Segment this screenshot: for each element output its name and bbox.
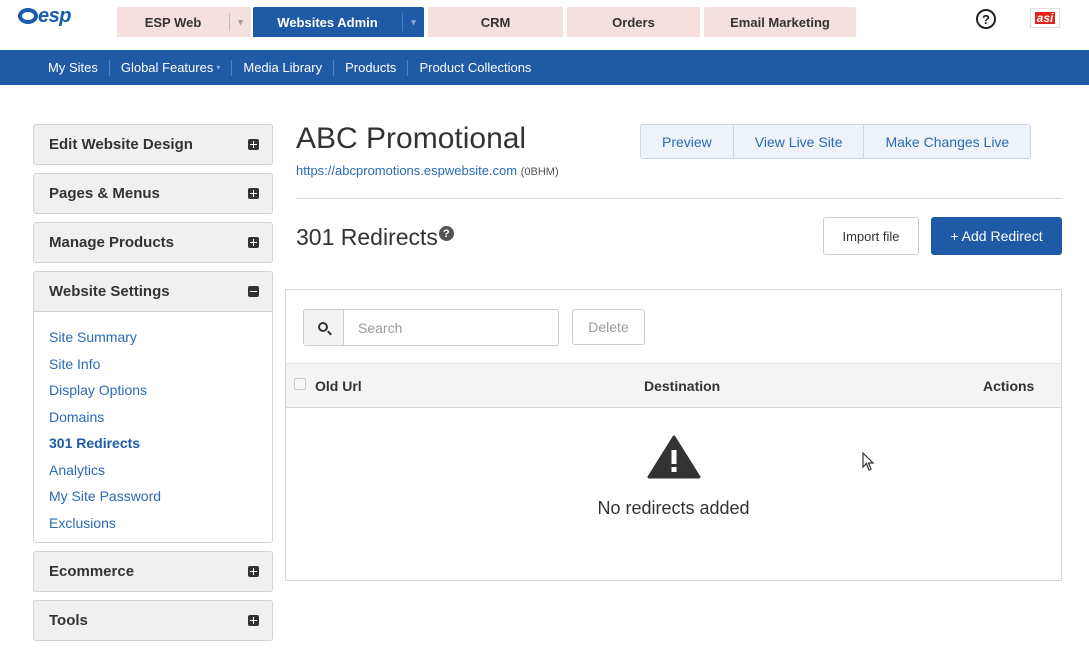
tab-label: CRM: [480, 14, 511, 30]
plus-icon[interactable]: [248, 615, 259, 626]
sidebar-link-domains[interactable]: Domains: [49, 404, 257, 431]
subnav-my-sites[interactable]: My Sites: [37, 59, 109, 77]
tab-orders[interactable]: Orders: [567, 7, 700, 37]
subnav-global-features[interactable]: Global Features ▾: [110, 59, 232, 77]
subnav-label: Media Library: [243, 60, 323, 75]
panel-title: Manage Products: [49, 234, 175, 251]
question-circle-icon[interactable]: ?: [438, 226, 454, 241]
minus-icon[interactable]: [248, 286, 259, 297]
panel-body: Site Summary Site Info Display Options D…: [34, 311, 272, 542]
sidebar-link-exclusions[interactable]: Exclusions: [49, 510, 257, 537]
site-url-link[interactable]: https://abcpromotions.espwebsite.com: [296, 163, 517, 178]
panel-header[interactable]: Website Settings: [34, 272, 272, 311]
subnav-products[interactable]: Products: [334, 59, 407, 77]
sub-navigation: My Sites Global Features ▾ Media Library …: [0, 50, 1089, 85]
tab-esp-web[interactable]: ESP Web ▾: [117, 7, 251, 37]
mouse-pointer-icon: [862, 451, 876, 477]
view-live-site-button[interactable]: View Live Site: [734, 125, 865, 158]
panel-header[interactable]: Tools: [34, 601, 272, 640]
subnav-media-library[interactable]: Media Library: [232, 59, 333, 77]
asi-logo-text: asi: [1034, 11, 1056, 25]
search-input[interactable]: [344, 310, 558, 345]
sidebar-link-analytics[interactable]: Analytics: [49, 457, 257, 484]
panel-title: Website Settings: [49, 283, 170, 300]
plus-icon[interactable]: [248, 237, 259, 248]
column-destination[interactable]: Destination: [644, 378, 720, 394]
sidebar-link-display-options[interactable]: Display Options: [49, 377, 257, 404]
subnav-label: My Sites: [48, 60, 98, 75]
panel-pages-menus: Pages & Menus: [33, 173, 273, 214]
panel-edit-website-design: Edit Website Design: [33, 124, 273, 165]
search-icon: [317, 321, 328, 332]
tab-label: Websites Admin: [277, 15, 378, 30]
tab-dropdown-caret-icon[interactable]: ▾: [402, 13, 424, 31]
column-old-url[interactable]: Old Url: [315, 378, 362, 394]
plus-icon[interactable]: [248, 188, 259, 199]
site-actions-group: Preview View Live Site Make Changes Live: [640, 124, 1032, 159]
panel-header[interactable]: Ecommerce: [34, 552, 272, 591]
subnav-label: Global Features: [120, 60, 214, 75]
tab-label: Orders: [612, 14, 655, 30]
tab-label: ESP Web: [144, 15, 202, 30]
asi-logo[interactable]: asi: [1030, 8, 1060, 28]
logo-ring-icon: [18, 8, 38, 24]
chevron-down-icon: ▾: [216, 63, 221, 72]
logo-text: esp: [38, 5, 71, 27]
empty-message: No redirects added: [597, 498, 750, 518]
empty-state: No redirects added: [286, 435, 1061, 519]
tab-crm[interactable]: CRM: [428, 7, 563, 37]
search-addon: [304, 310, 344, 345]
panel-header[interactable]: Edit Website Design: [34, 125, 272, 164]
divider: [296, 198, 1062, 199]
table-header: Old Url Destination Actions: [286, 363, 1061, 408]
panel-ecommerce: Ecommerce: [33, 551, 273, 592]
plus-icon[interactable]: [248, 566, 259, 577]
site-url-line: https://abcpromotions.espwebsite.com (0B…: [296, 163, 559, 178]
select-all-checkbox[interactable]: [294, 378, 306, 390]
search-box: [303, 309, 559, 346]
preview-button[interactable]: Preview: [641, 125, 734, 158]
plus-icon[interactable]: [248, 139, 259, 150]
panel-website-settings: Website Settings Site Summary Site Info …: [33, 271, 273, 543]
top-bar: esp ESP Web ▾ Websites Admin ▾ CRM Order…: [0, 0, 1089, 37]
site-code: (0BHM): [520, 166, 559, 178]
redirects-table-panel: Delete Old Url Destination Actions No re…: [285, 289, 1062, 581]
sidebar-link-my-site-password[interactable]: My Site Password: [49, 483, 257, 510]
add-redirect-button[interactable]: + Add Redirect: [931, 217, 1062, 255]
esp-logo[interactable]: esp: [18, 5, 80, 27]
sidebar-link-301-redirects[interactable]: 301 Redirects: [49, 430, 257, 457]
sidebar-link-site-info[interactable]: Site Info: [49, 351, 257, 378]
tab-label: Email Marketing: [730, 14, 830, 30]
help-icon[interactable]: ?: [976, 9, 996, 29]
subnav-product-collections[interactable]: Product Collections: [408, 59, 542, 77]
panel-header[interactable]: Manage Products: [34, 223, 272, 262]
subnav-label: Product Collections: [419, 60, 532, 75]
panel-title: Ecommerce: [49, 563, 135, 580]
sidebar: Edit Website Design Pages & Menus Manage…: [33, 124, 273, 649]
section-title: 301 Redirects ?: [296, 224, 454, 251]
tab-websites-admin[interactable]: Websites Admin ▾: [253, 7, 424, 37]
column-actions: Actions: [983, 378, 1035, 394]
tab-email-marketing[interactable]: Email Marketing: [704, 7, 856, 37]
panel-title: Edit Website Design: [49, 136, 193, 153]
warning-icon: [647, 435, 701, 479]
delete-button[interactable]: Delete: [572, 309, 645, 345]
panel-title: Tools: [49, 612, 88, 629]
section-title-text: 301 Redirects: [296, 224, 438, 250]
panel-header[interactable]: Pages & Menus: [34, 174, 272, 213]
tab-dropdown-caret-icon[interactable]: ▾: [229, 13, 251, 31]
sidebar-link-site-summary[interactable]: Site Summary: [49, 324, 257, 351]
import-file-button[interactable]: Import file: [823, 217, 919, 255]
site-title: ABC Promotional: [296, 122, 527, 155]
panel-manage-products: Manage Products: [33, 222, 273, 263]
make-changes-live-button[interactable]: Make Changes Live: [864, 125, 1030, 158]
panel-title: Pages & Menus: [49, 185, 160, 202]
subnav-label: Products: [345, 60, 397, 75]
